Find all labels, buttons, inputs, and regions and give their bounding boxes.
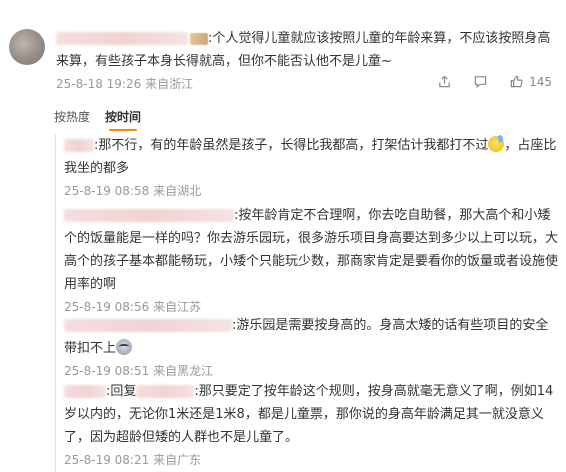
reply-text: :那不行，有的年龄虽然是孩子，长得比我都高，打架估计我都打不过 ，占座比我坐的都多 <box>64 136 557 176</box>
like-count: 145 <box>529 74 552 89</box>
like-button[interactable]: 145 <box>509 74 552 89</box>
cry-emoji-icon <box>116 339 133 355</box>
avatar[interactable] <box>9 29 45 65</box>
reply-text: :游乐园是需要按身高的。身高太矮的话有些项目的安全带扣不上 <box>64 318 549 356</box>
sweat-emoji-icon <box>488 136 505 152</box>
comment-location: 来自浙江 <box>145 77 194 91</box>
comment-button[interactable] <box>473 74 488 89</box>
main-comment-meta: 25-8-18 19:26 来自浙江 <box>56 75 193 92</box>
reply-sort-tabs: 按热度 按时间 <box>54 108 141 131</box>
share-button[interactable] <box>437 74 452 89</box>
reply-meta: 25-8-19 08:21 来自广东 <box>64 453 202 467</box>
comment-icon <box>474 76 487 88</box>
blurred-username[interactable] <box>64 139 94 152</box>
reply-text: :按年龄肯定不合理啊，你去吃自助餐，那大高个和小矮个的饭量能是一样的吗？你去游乐… <box>64 208 559 292</box>
comment-time: 25-8-18 19:26 <box>56 77 142 91</box>
blurred-username[interactable] <box>56 32 188 45</box>
blurred-username[interactable] <box>64 209 234 222</box>
main-comment-text: :个人觉得儿童就应该按照儿童的年龄来算，不应该按照身高来算，有些孩子本身长得就高… <box>56 31 551 69</box>
blurred-username[interactable] <box>64 385 106 398</box>
main-comment: :个人觉得儿童就应该按照儿童的年龄来算，不应该按照身高来算，有些孩子本身长得就高… <box>0 0 566 110</box>
user-badge-icon <box>190 32 208 45</box>
reply-text: :回复:那只要定了按年龄这个规则，按身高就毫无意义了啊，例如14岁以内的，无论你… <box>64 384 554 445</box>
blurred-reply-target[interactable] <box>136 385 195 398</box>
tab-sort-by-time[interactable]: 按时间 <box>105 108 141 131</box>
reply-meta: 25-8-19 08:51 来自黑龙江 <box>64 364 214 378</box>
comment-actions: 145 <box>437 74 552 89</box>
reply-meta: 25-8-19 08:58 来自湖北 <box>64 184 202 198</box>
tab-sort-by-heat[interactable]: 按热度 <box>54 108 90 125</box>
reply-meta: 25-8-19 08:56 来自江苏 <box>64 300 202 314</box>
reply-item: :回复:那只要定了按年龄这个规则，按身高就毫无意义了啊，例如14岁以内的，无论你… <box>64 380 560 468</box>
reply-item: :那不行，有的年龄虽然是孩子，长得比我都高，打架估计我都打不过 ，占座比我坐的都多… <box>64 134 560 199</box>
blurred-username[interactable] <box>64 319 232 332</box>
reply-item: :按年龄肯定不合理啊，你去吃自助餐，那大高个和小矮个的饭量能是一样的吗？你去游乐… <box>64 204 560 315</box>
thumbs-up-icon <box>510 75 523 88</box>
reply-list: :那不行，有的年龄虽然是孩子，长得比我都高，打架估计我都打不过 ，占座比我坐的都多… <box>55 134 563 472</box>
reply-item: :游乐园是需要按身高的。身高太矮的话有些项目的安全带扣不上 25-8-19 08… <box>64 314 560 379</box>
share-icon <box>439 75 450 88</box>
